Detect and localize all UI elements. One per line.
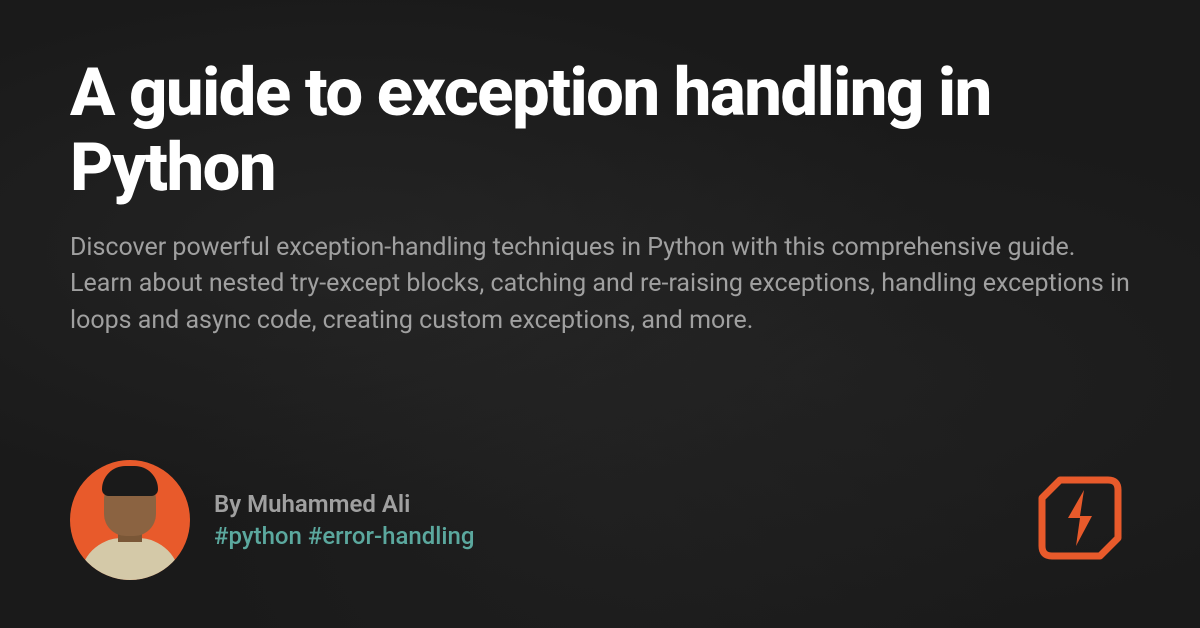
author-byline: By Muhammed Ali: [214, 490, 474, 518]
author-section: By Muhammed Ali #python #error-handling: [70, 460, 474, 580]
author-avatar: [70, 460, 190, 580]
author-info: By Muhammed Ali #python #error-handling: [214, 490, 474, 550]
footer-section: By Muhammed Ali #python #error-handling: [70, 460, 1130, 580]
brand-logo-icon: [1030, 468, 1130, 572]
article-title: A guide to exception handling in Python: [70, 56, 1130, 206]
article-description: Discover powerful exception-handling tec…: [70, 230, 1130, 339]
article-tags: #python #error-handling: [214, 522, 474, 550]
